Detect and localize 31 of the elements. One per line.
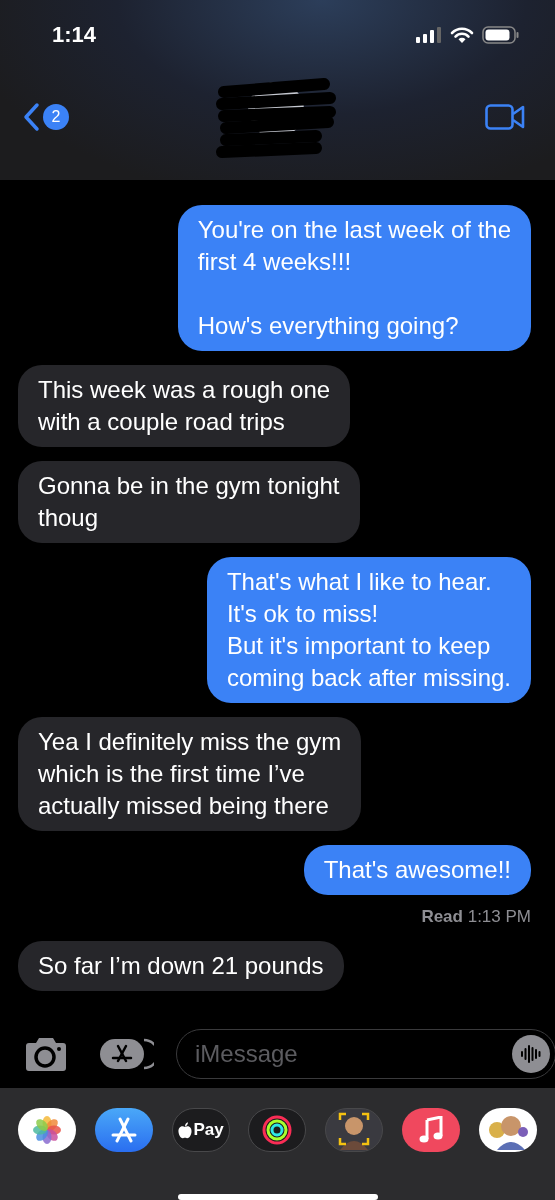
rings-icon: [262, 1115, 293, 1145]
photos-app-button[interactable]: [18, 1108, 76, 1152]
video-call-button[interactable]: [485, 104, 525, 130]
audio-message-icon[interactable]: [512, 1035, 550, 1073]
apple-icon: [177, 1121, 192, 1139]
message-bubble: Yea I definitely miss the gym which is the first time I’ve actually missed being there: [18, 717, 362, 831]
signal-icon: [416, 27, 442, 43]
apps-button[interactable]: [100, 1036, 154, 1072]
activity-rings-button[interactable]: [248, 1108, 307, 1152]
message-bubble: So far I’m down 21 pounds: [18, 941, 344, 991]
memoji-button[interactable]: [325, 1108, 384, 1152]
message-bubble: You're on the last week of the first 4 weeks!!! How's everything going?: [177, 205, 531, 351]
status-time: 1:14: [52, 22, 97, 48]
message-bubble: That's awesome!!: [303, 845, 531, 895]
camera-button[interactable]: [24, 1036, 68, 1072]
apple-pay-button[interactable]: Pay: [171, 1108, 230, 1152]
music-app-button[interactable]: [402, 1108, 461, 1152]
battery-icon: [482, 26, 519, 44]
message-bubble: This week was a rough one with a couple road trips: [18, 365, 351, 447]
read-receipt: Read 1:13 PM: [421, 907, 531, 927]
message-bubble: That's what I like to hear. It's ok to miss! But it's important to keep coming back after missing.: [206, 557, 531, 703]
chevron-icon: [22, 102, 40, 132]
message-input[interactable]: iMessage: [176, 1029, 555, 1079]
stickers-button[interactable]: [478, 1108, 537, 1152]
message-bubble: Gonna be in the gym tonight thoug: [18, 461, 360, 543]
flower-icon: [32, 1115, 62, 1145]
app-store-button[interactable]: [94, 1108, 153, 1152]
music-note-icon: [419, 1116, 444, 1144]
back-button[interactable]: 2: [22, 102, 69, 132]
wifi-icon: [450, 26, 474, 44]
unread-badge: 2: [43, 104, 69, 130]
